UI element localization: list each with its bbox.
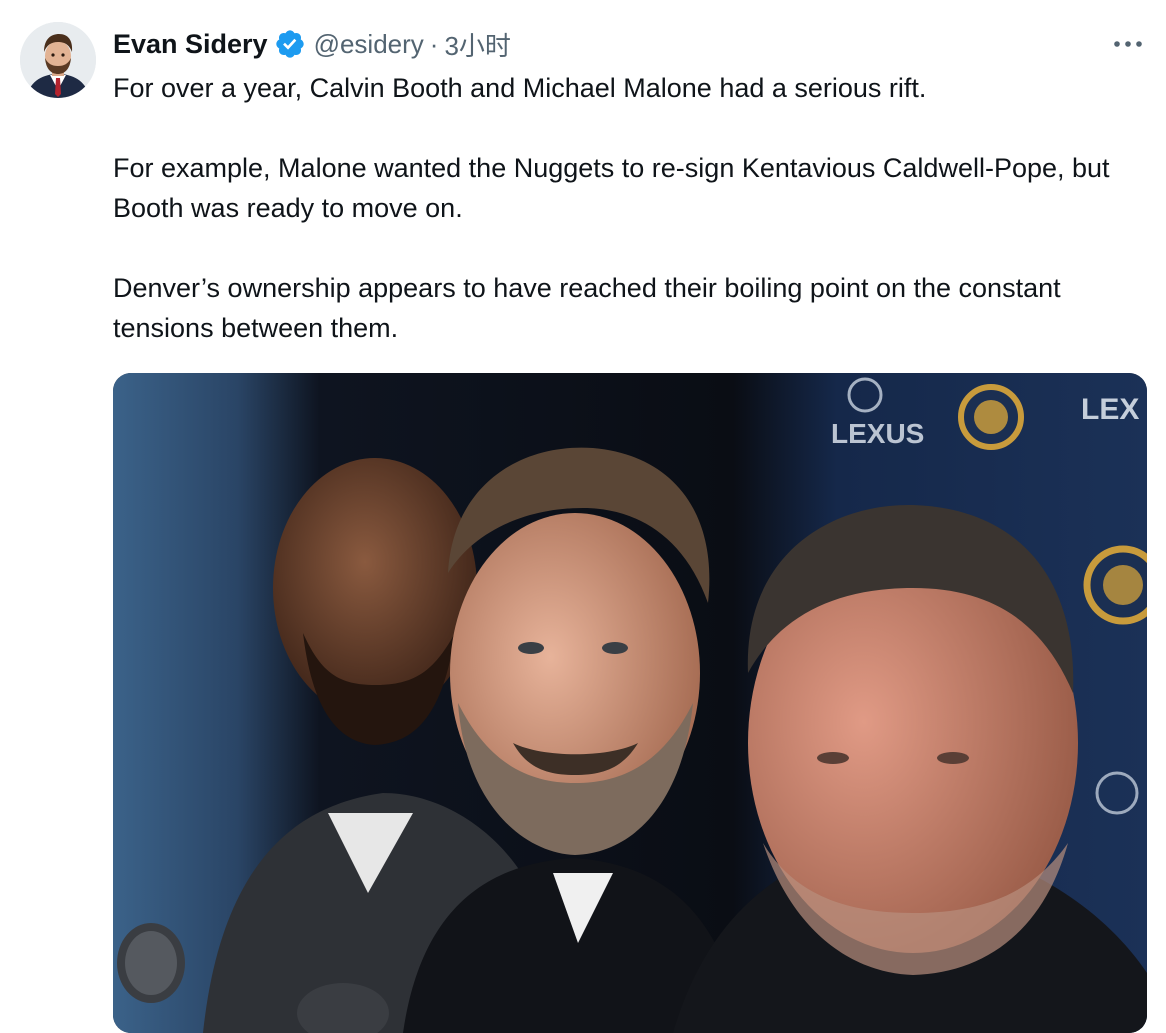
timestamp[interactable]: 3小时	[444, 26, 510, 63]
lexus-logo-text: LEXUS	[831, 418, 924, 449]
header-separator: ·	[429, 28, 439, 59]
tweet-paragraph: For example, Malone wanted the Nuggets t…	[113, 153, 1110, 223]
tweet-paragraph: Denver’s ownership appears to have reach…	[113, 273, 1061, 343]
tweet-text: For over a year, Calvin Booth and Michae…	[113, 68, 1143, 388]
tweet-header: Evan Sidery @esidery · 3小时	[113, 26, 511, 62]
lex-logo-text: LEX	[1081, 393, 1139, 426]
avatar[interactable]	[20, 22, 96, 98]
press-conference-photo: LEXUS LEX	[113, 373, 1147, 1033]
author-name[interactable]: Evan Sidery	[113, 29, 268, 60]
tweet-paragraph: For over a year, Calvin Booth and Michae…	[113, 73, 927, 103]
verified-badge-icon	[274, 28, 306, 60]
author-handle[interactable]: @esidery	[314, 29, 424, 60]
more-horizontal-icon	[1114, 41, 1142, 47]
tweet: Evan Sidery @esidery · 3小时 For over a ye…	[0, 0, 1166, 1033]
avatar-image	[20, 22, 96, 98]
more-options-button[interactable]	[1108, 28, 1148, 60]
tweet-photo[interactable]: LEXUS LEX	[113, 373, 1147, 1033]
